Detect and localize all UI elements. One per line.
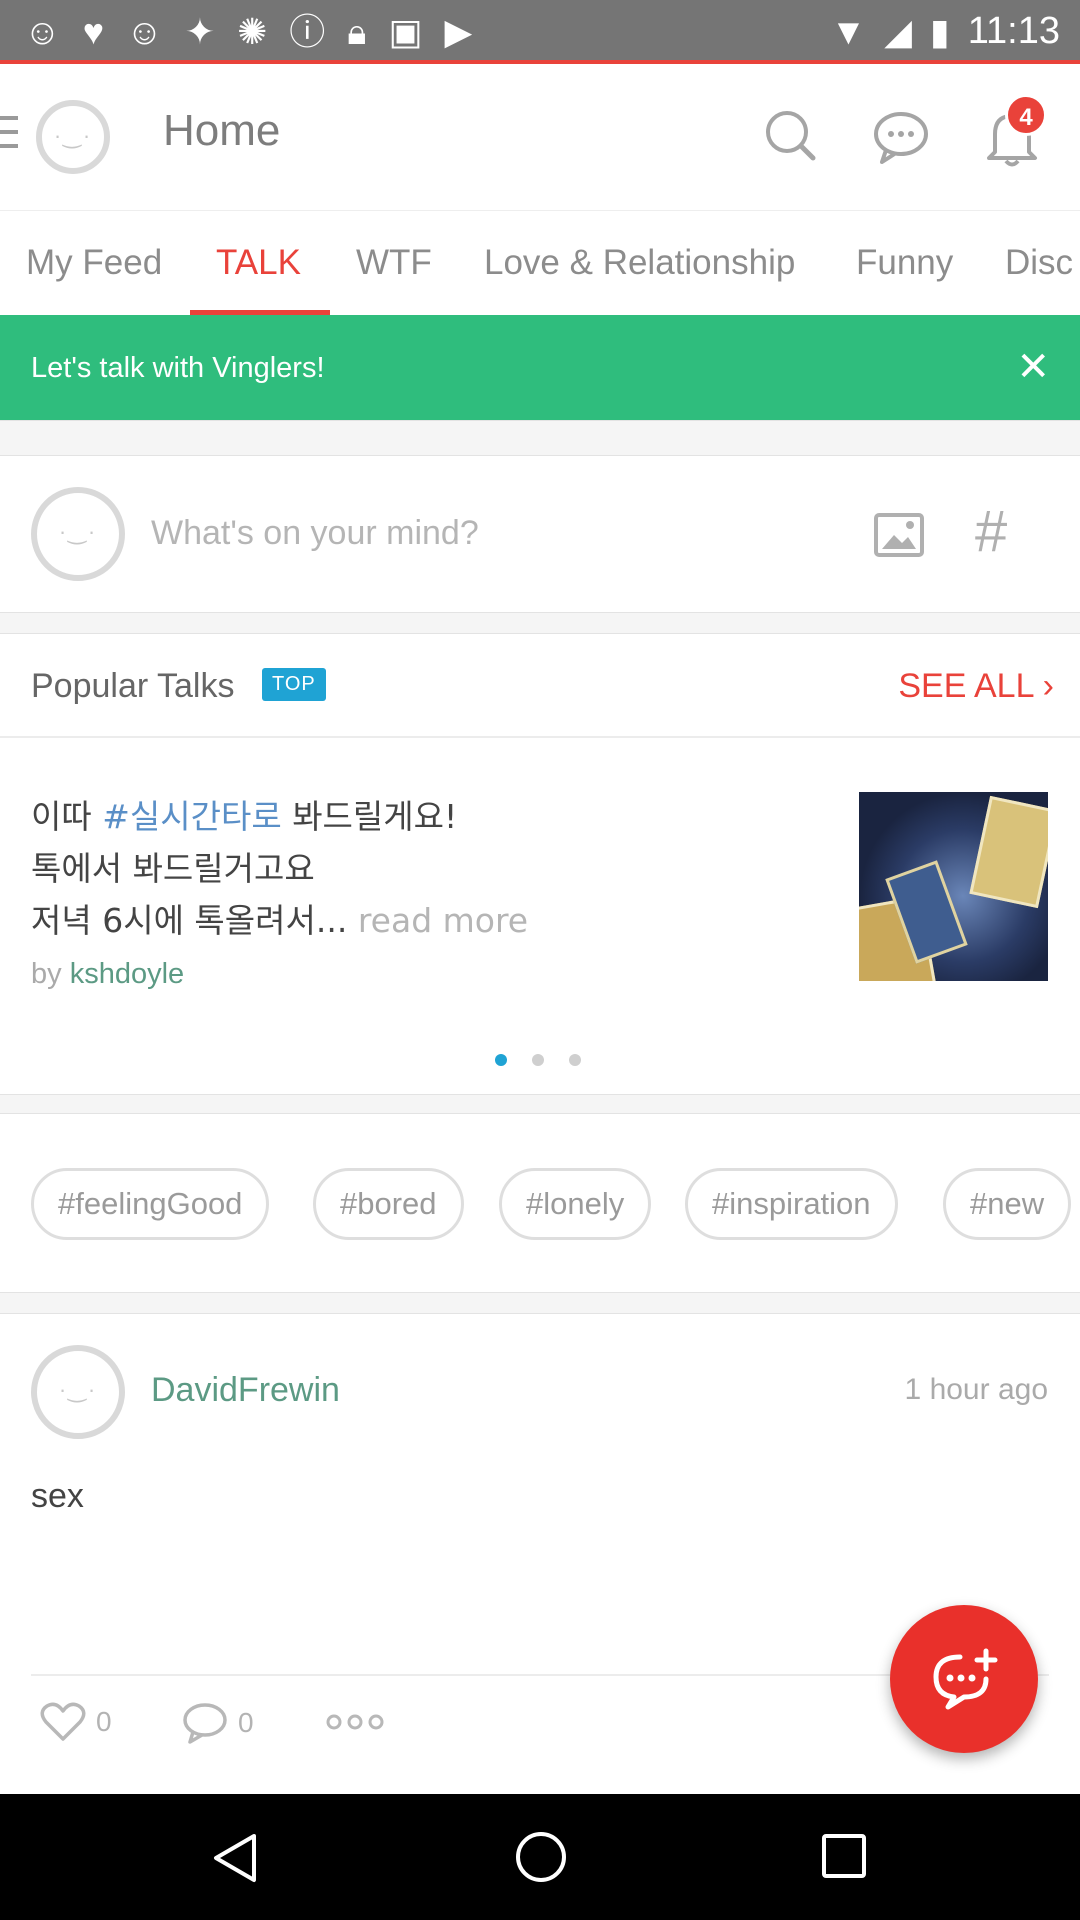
lightbulb-icon: ✺: [237, 11, 268, 52]
composer-avatar: ·‿·: [31, 487, 125, 581]
read-more-link[interactable]: read more: [358, 901, 528, 940]
tab-talk[interactable]: TALK: [216, 243, 301, 283]
notification-badge: 4: [1005, 94, 1047, 136]
chevron-right-icon: ›: [1042, 667, 1054, 705]
carousel-dot-active: [495, 1054, 507, 1066]
section-divider: [0, 612, 1080, 634]
tab-wtf[interactable]: WTF: [356, 243, 432, 283]
section-divider: [0, 1094, 1080, 1114]
hashtag-chips-row: #feelingGood #bored #lonely #inspiration…: [0, 1114, 1080, 1292]
tab-funny[interactable]: Funny: [856, 243, 953, 283]
battery-icon: ▮: [929, 10, 950, 52]
comment-count: 0: [238, 1707, 254, 1738]
hashtag-icon[interactable]: #: [975, 502, 1007, 562]
section-divider: [0, 1292, 1080, 1314]
post-text: 봐드릴게요!: [292, 797, 458, 836]
banner-text: Let's talk with Vinglers!: [31, 352, 325, 384]
recents-icon[interactable]: [821, 1833, 867, 1879]
smiley-icon: ☺: [24, 11, 61, 52]
whats-on-your-mind-input[interactable]: What's on your mind?: [151, 514, 479, 553]
welcome-banner: Let's talk with Vinglers! ✕: [0, 315, 1080, 420]
hashtag-chip[interactable]: #lonely: [499, 1168, 652, 1240]
comment-icon: [183, 1703, 227, 1744]
post-text: 저녁 6시에 톡올려서...: [31, 901, 348, 940]
satellite-icon: ✦: [184, 11, 216, 52]
post-hashtag-link[interactable]: #실시간타로: [102, 797, 281, 836]
profile-avatar[interactable]: ·‿·: [36, 100, 110, 174]
like-button[interactable]: 0: [40, 1702, 112, 1742]
post-author-avatar[interactable]: ·‿·: [31, 1345, 125, 1439]
lock-icon: 🔒︎: [347, 11, 367, 52]
chat-icon[interactable]: [872, 110, 930, 164]
status-bar: ☺ ♥ ☺ ✦ ✺ ⓘ 🔒︎ ▣ ▶ ▼ ◢ ▮ 11:13: [0, 0, 1080, 63]
divider: [0, 736, 1080, 738]
heart-outline-icon: [40, 1702, 86, 1741]
popular-talks-title: Popular Talks: [31, 667, 235, 705]
more-dots-icon: [326, 1714, 384, 1730]
gamepad-icon: ▣: [388, 11, 423, 52]
post-timestamp: 1 hour ago: [904, 1373, 1048, 1406]
hashtag-chip[interactable]: #inspiration: [685, 1168, 898, 1240]
image-icon[interactable]: [874, 513, 924, 557]
search-icon[interactable]: [763, 108, 819, 164]
hashtag-chip[interactable]: #new: [943, 1168, 1072, 1240]
menu-icon[interactable]: [0, 114, 20, 154]
new-chat-fab[interactable]: [890, 1605, 1038, 1753]
comment-button[interactable]: 0: [182, 1702, 254, 1744]
back-icon[interactable]: [210, 1832, 260, 1884]
avatar-face-icon: ·‿·: [53, 122, 93, 148]
hashtag-chip[interactable]: #bored: [313, 1168, 464, 1240]
more-options-button[interactable]: [326, 1712, 384, 1732]
tab-love-relationship[interactable]: Love & Relationship: [484, 243, 795, 283]
close-icon[interactable]: ✕: [1016, 347, 1050, 387]
category-tabs: My Feed TALK WTF Love & Relationship Fun…: [0, 210, 1080, 316]
post-username[interactable]: DavidFrewin: [151, 1371, 340, 1410]
system-navigation-bar: [0, 1794, 1080, 1920]
avatar-face-icon: ·‿·: [58, 519, 98, 545]
see-all-label: SEE ALL: [898, 667, 1034, 705]
tab-my-feed[interactable]: My Feed: [26, 243, 162, 283]
heart-icon: ♥: [82, 11, 105, 52]
carousel-dot: [569, 1054, 581, 1066]
popular-talks-section: Popular Talks TOP SEE ALL › 이따 #실시간타로 봐드…: [0, 634, 1080, 1094]
popular-post-line-1[interactable]: 이따 #실시간타로 봐드릴게요!: [31, 790, 457, 838]
post-author: by kshdoyle: [31, 958, 184, 991]
notification-icons: ☺ ♥ ☺ ✦ ✺ ⓘ 🔒︎ ▣ ▶: [24, 12, 472, 52]
app-header: ·‿· Home 4: [0, 64, 1080, 210]
popular-post-line-3: 저녁 6시에 톡올려서... read more: [31, 894, 528, 942]
info-icon: ⓘ: [289, 11, 326, 52]
author-link[interactable]: kshdoyle: [70, 958, 184, 990]
clock: 11:13: [967, 10, 1060, 52]
signal-icon: ◢: [884, 10, 912, 52]
like-count: 0: [96, 1706, 112, 1737]
by-label: by: [31, 958, 62, 990]
new-chat-icon: [933, 1648, 998, 1710]
smiley-icon: ☺: [126, 11, 163, 52]
see-all-link[interactable]: SEE ALL ›: [898, 667, 1054, 706]
wifi-icon: ▼: [830, 10, 867, 52]
tab-disc[interactable]: Disc: [1005, 243, 1073, 283]
carousel-indicator: [495, 1054, 581, 1066]
briefcase-icon: ▶: [444, 11, 473, 52]
post-thumbnail[interactable]: [859, 792, 1048, 981]
carousel-dot: [532, 1054, 544, 1066]
post-composer: ·‿· What's on your mind? #: [0, 456, 1080, 612]
hashtag-chip[interactable]: #feelingGood: [31, 1168, 270, 1240]
post-text: 이따: [31, 797, 92, 836]
post-body[interactable]: sex: [31, 1477, 84, 1516]
popular-post-line-2: 톡에서 봐드릴거고요: [31, 849, 315, 888]
page-title: Home: [163, 106, 281, 155]
section-divider: [0, 420, 1080, 456]
avatar-face-icon: ·‿·: [58, 1377, 98, 1403]
home-icon[interactable]: [514, 1830, 568, 1884]
top-badge: TOP: [262, 668, 326, 701]
